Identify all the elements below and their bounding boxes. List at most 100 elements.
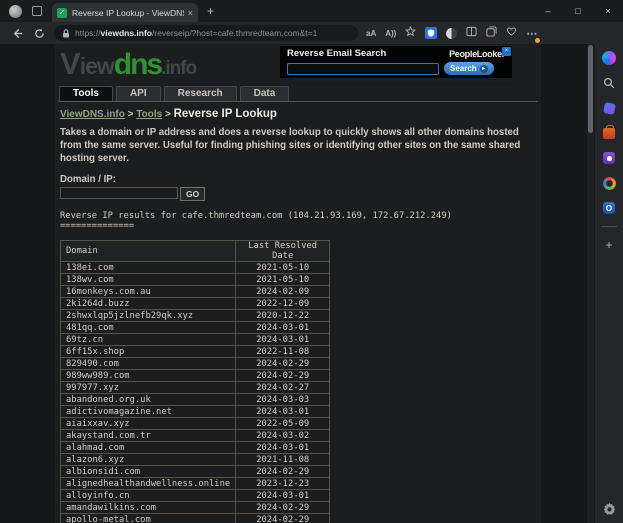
refresh-icon[interactable] xyxy=(31,28,47,39)
column-header-date: Last Resolved Date xyxy=(235,240,331,263)
date-cell: 2022-05-09 xyxy=(235,417,331,431)
drop-icon[interactable] xyxy=(602,101,616,115)
domain-cell: 138ei.com xyxy=(59,261,237,275)
table-header-row: Domain Last Resolved Date xyxy=(59,240,331,263)
ad-banner: Reverse Email Search PeopleLooker Search… xyxy=(280,46,512,82)
address-bar[interactable]: https://viewdns.info/reverseip/?host=caf… xyxy=(54,25,358,41)
date-cell: 2022-12-09 xyxy=(235,297,331,311)
domain-cell: 997977.xyz xyxy=(59,381,237,395)
domain-cell: alloyinfo.cn xyxy=(59,489,237,503)
ad-close-icon[interactable]: × xyxy=(502,47,511,56)
date-cell: 2024-02-09 xyxy=(235,285,331,299)
read-aloud-icon[interactable]: A)) xyxy=(385,29,396,38)
breadcrumb-tools-link[interactable]: Tools xyxy=(136,109,162,120)
domain-cell: aiaixxav.xyz xyxy=(59,417,237,431)
translate-icon[interactable]: aA xyxy=(366,29,376,38)
date-cell: 2024-03-02 xyxy=(235,429,331,443)
new-tab-button[interactable]: + xyxy=(207,4,214,18)
domain-ip-input[interactable] xyxy=(60,187,178,200)
sidebar-settings-gear-icon[interactable] xyxy=(602,501,616,515)
date-cell: 2024-03-03 xyxy=(235,393,331,407)
go-button[interactable]: GO xyxy=(180,187,206,202)
date-cell: 2024-03-01 xyxy=(235,489,331,503)
games-icon[interactable] xyxy=(602,176,616,190)
table-row: aiaixxav.xyz 2022-05-09 xyxy=(59,417,331,431)
table-row: apollo-metal.com 2024-02-29 xyxy=(59,513,331,523)
date-cell: 2024-03-01 xyxy=(235,333,331,347)
sidebar-add-icon[interactable]: + xyxy=(605,238,612,252)
settings-more-icon[interactable]: ⋯ xyxy=(526,24,541,43)
results-header: Reverse IP results for cafe.thmredteam.c… xyxy=(60,211,536,231)
date-cell: 2024-02-29 xyxy=(235,513,331,523)
window-minimize-button[interactable]: – xyxy=(533,0,563,22)
scrollbar-thumb[interactable] xyxy=(588,45,593,133)
favorites-star-icon[interactable] xyxy=(405,24,417,42)
window-close-button[interactable]: × xyxy=(593,0,623,22)
domain-cell: 829490.com xyxy=(59,357,237,371)
domain-cell: apollo-metal.com xyxy=(59,513,237,523)
table-row: 69tz.cn 2024-03-01 xyxy=(59,333,331,347)
domain-cell: abandoned.org.uk xyxy=(59,393,237,407)
tab-data[interactable]: Data xyxy=(239,86,290,101)
microsoft-365-icon[interactable] xyxy=(602,151,616,165)
table-row: alazon6.xyz 2021-11-08 xyxy=(59,453,331,467)
ad-search-button[interactable]: Search ▸ xyxy=(444,62,494,75)
date-cell: 2024-02-29 xyxy=(235,465,331,479)
table-row: abandoned.org.uk 2024-03-03 xyxy=(59,393,331,407)
lock-icon xyxy=(63,28,69,37)
domain-cell: 138wv.com xyxy=(59,273,237,287)
tab-close-icon[interactable]: × xyxy=(188,8,193,18)
window-maximize-button[interactable]: □ xyxy=(563,0,593,22)
table-row: akaystand.com.tr 2024-03-02 xyxy=(59,429,331,443)
outlook-icon[interactable]: O xyxy=(602,201,616,215)
breadcrumb: ViewDNS.info > Tools > Reverse IP Lookup xyxy=(60,108,277,120)
viewdns-logo[interactable]: Viewdns.info xyxy=(60,46,197,82)
table-row: alahmad.com 2024-03-01 xyxy=(59,441,331,455)
ad-email-input[interactable] xyxy=(287,62,439,75)
copilot-icon[interactable] xyxy=(602,51,616,65)
table-row: alloyinfo.cn 2024-03-01 xyxy=(59,489,331,503)
browser-essentials-icon[interactable] xyxy=(506,24,517,42)
split-screen-icon[interactable] xyxy=(466,24,477,42)
table-row: 829490.com 2024-02-29 xyxy=(59,357,331,371)
profile-avatar[interactable] xyxy=(9,4,22,18)
breadcrumb-home-link[interactable]: ViewDNS.info xyxy=(60,109,125,120)
workspace-icon[interactable] xyxy=(32,6,42,16)
domain-cell: 2ki264d.buzz xyxy=(59,297,237,311)
browser-toolbar: https://viewdns.info/reverseip/?host=caf… xyxy=(0,22,623,44)
table-row: 6ff15x.shop 2022-11-08 xyxy=(59,345,331,359)
darkreader-extension-icon[interactable] xyxy=(446,27,458,39)
tab-tools[interactable]: Tools xyxy=(59,86,113,101)
domain-ip-label: Domain / IP: xyxy=(60,174,116,186)
date-cell: 2022-11-08 xyxy=(235,345,331,359)
domain-cell: alazon6.xyz xyxy=(59,453,237,467)
table-row: albionsidi.com 2024-02-29 xyxy=(59,465,331,479)
page-viewport: Viewdns.info Reverse Email Search People… xyxy=(0,44,595,523)
tool-description: Takes a domain or IP address and does a … xyxy=(60,127,521,164)
date-cell: 2024-03-01 xyxy=(235,321,331,335)
page-title: Reverse IP Lookup xyxy=(173,108,277,120)
browser-tab[interactable]: ✓ Reverse IP Lookup - ViewDNS.in... × xyxy=(52,3,198,22)
collections-icon[interactable] xyxy=(486,24,497,42)
sidebar-divider xyxy=(601,226,617,227)
date-cell: 2024-02-29 xyxy=(235,357,331,371)
ublock-extension-icon[interactable] xyxy=(425,27,438,39)
search-icon[interactable] xyxy=(602,76,616,90)
ad-title: Reverse Email Search xyxy=(287,48,387,59)
table-row: amandawilkins.com 2024-02-29 xyxy=(59,501,331,515)
date-cell: 2021-05-10 xyxy=(235,261,331,275)
shopping-icon[interactable] xyxy=(602,124,616,140)
domain-cell: akaystand.com.tr xyxy=(59,429,237,443)
page-scrollbar[interactable] xyxy=(587,44,594,523)
tab-api[interactable]: API xyxy=(115,86,161,101)
table-row: adictivomagazine.net 2024-03-01 xyxy=(59,405,331,419)
site-nav-tabs: Tools API Research Data xyxy=(58,86,538,102)
table-row: 2shwxlqp5jzlnefb29qk.xyz 2020-12-22 xyxy=(59,309,331,323)
domain-cell: 69tz.cn xyxy=(59,333,237,347)
domain-cell: 2shwxlqp5jzlnefb29qk.xyz xyxy=(59,309,237,323)
back-icon[interactable] xyxy=(9,28,25,39)
notification-dot xyxy=(535,38,541,43)
column-header-domain: Domain xyxy=(59,240,237,263)
tab-research[interactable]: Research xyxy=(163,86,237,101)
domain-cell: 6ff15x.shop xyxy=(59,345,237,359)
